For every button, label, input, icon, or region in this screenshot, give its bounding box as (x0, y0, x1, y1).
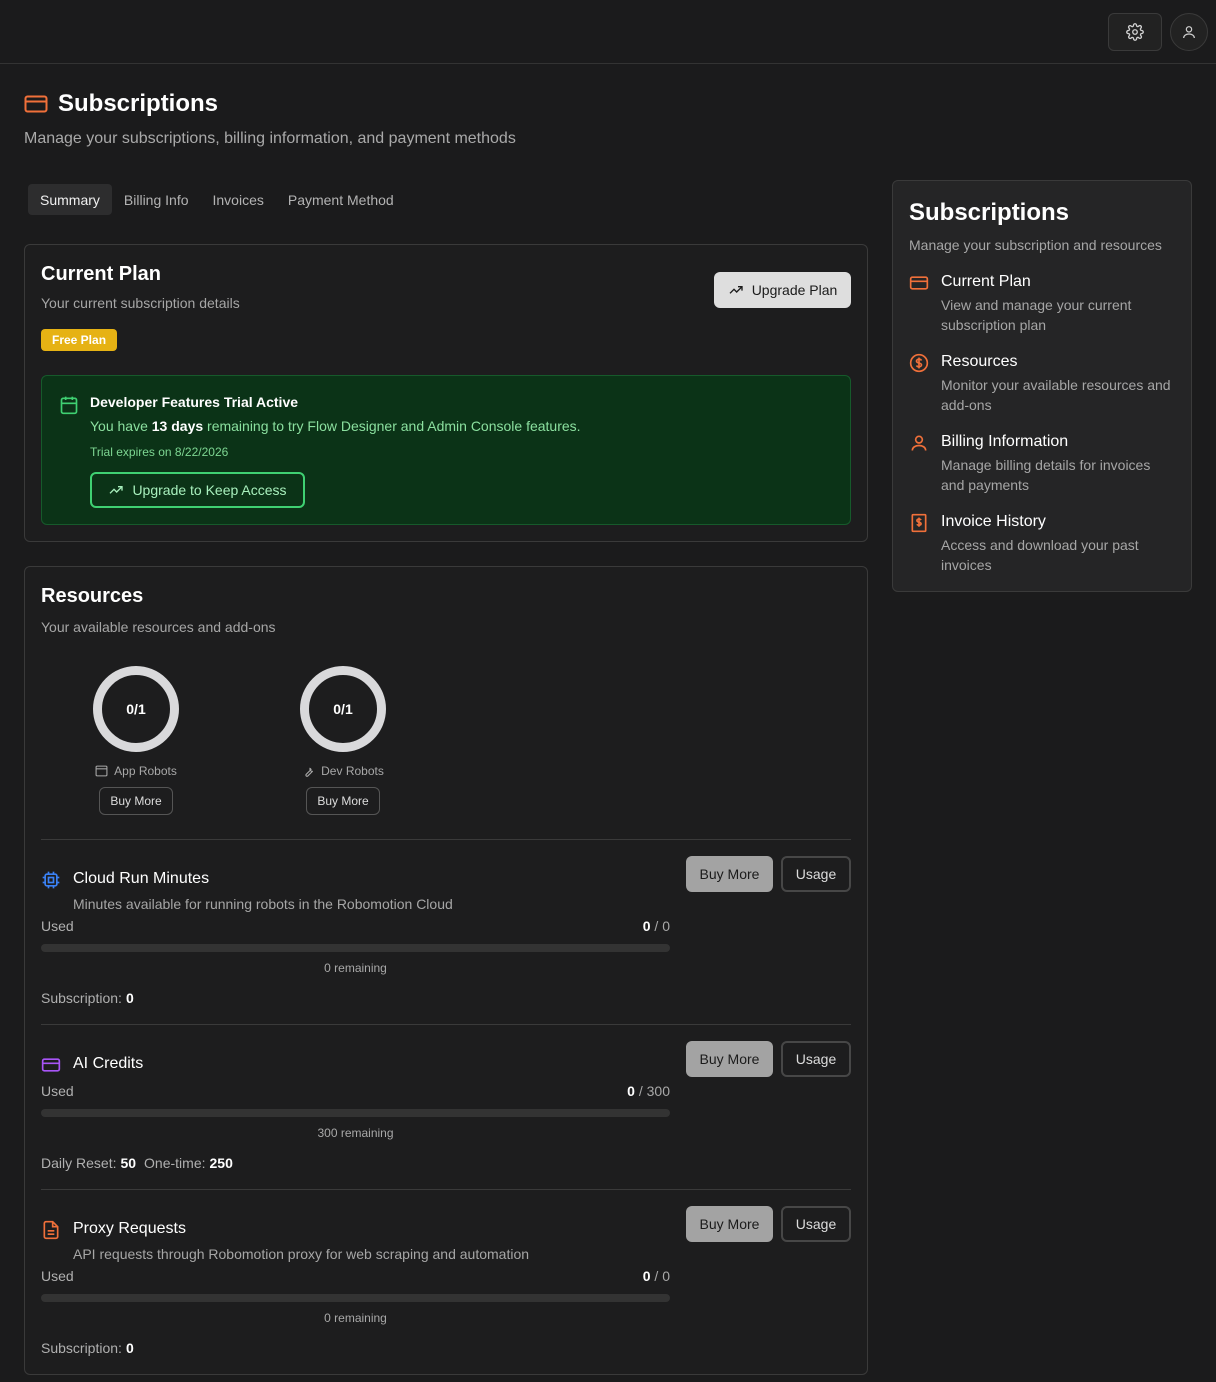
tab-invoices[interactable]: Invoices (201, 184, 276, 215)
sidebar-item-desc: Manage billing details for invoices and … (941, 457, 1151, 493)
sidebar-title: Subscriptions (909, 199, 1070, 226)
calendar-icon (60, 396, 78, 415)
current-plan-card: Current Plan Your current subscription d… (24, 244, 868, 542)
gear-icon (1126, 23, 1144, 41)
sidebar-item-invoice-history[interactable]: Invoice History Access and download your… (909, 513, 1179, 577)
app-robots-resource: 0/1 App Robots Buy More (76, 666, 196, 815)
cloud-run-remaining: 0 remaining (324, 961, 387, 975)
trending-up-icon (729, 286, 743, 294)
sidebar-item-resources[interactable]: Resources Monitor your available resourc… (909, 353, 1179, 417)
trial-expiry: Trial expires on 8/22/2026 (90, 445, 229, 459)
upgrade-keep-access-button[interactable]: Upgrade to Keep Access (90, 472, 305, 508)
credit-card-icon (41, 1058, 61, 1072)
proxy-usage-button[interactable]: Usage (781, 1206, 851, 1242)
sidebar-item-title: Resources (941, 353, 1018, 370)
proxy-requests-title: Proxy Requests (73, 1220, 186, 1237)
user-icon (911, 435, 927, 451)
resources-card: Resources Your available resources and a… (24, 566, 868, 1375)
cloud-run-buy-more-button[interactable]: Buy More (686, 856, 773, 892)
proxy-subscription: Subscription: 0 (41, 1340, 134, 1356)
upgrade-plan-button[interactable]: Upgrade Plan (714, 272, 851, 308)
tab-payment-method[interactable]: Payment Method (276, 184, 406, 215)
divider (41, 1189, 851, 1190)
sidebar-item-title: Current Plan (941, 273, 1031, 290)
sidebar-item-billing-information[interactable]: Billing Information Manage billing detai… (909, 433, 1179, 497)
ai-credits-title: AI Credits (73, 1055, 144, 1072)
dev-robots-resource: 0/1 Dev Robots Buy More (283, 666, 403, 815)
window-icon (95, 765, 108, 777)
used-label: Used (41, 1083, 74, 1099)
ai-credits-breakdown: Daily Reset: 50 One-time: 250 (41, 1155, 233, 1171)
proxy-remaining: 0 remaining (324, 1311, 387, 1325)
dev-robots-buy-more-button[interactable]: Buy More (306, 787, 380, 815)
sidebar-item-title: Invoice History (941, 513, 1046, 530)
document-icon (43, 1220, 59, 1240)
trending-up-icon (109, 486, 124, 494)
ai-credits-buy-more-button[interactable]: Buy More (686, 1041, 773, 1077)
used-label: Used (41, 918, 74, 934)
credit-card-icon (909, 276, 929, 290)
tab-billing-info[interactable]: Billing Info (112, 184, 201, 215)
current-plan-subtitle: Your current subscription details (41, 295, 240, 311)
sidebar-subtitle: Manage your subscription and resources (909, 237, 1162, 253)
subscriptions-sidebar: Subscriptions Manage your subscription a… (892, 180, 1192, 592)
app-robots-label: App Robots (76, 764, 196, 778)
ai-credits-progress-bar (41, 1109, 670, 1117)
cloud-run-used-value: 0 / 0 (642, 918, 670, 934)
credit-card-icon (24, 95, 48, 113)
divider (41, 839, 851, 840)
upgrade-keep-access-label: Upgrade to Keep Access (132, 482, 287, 498)
sidebar-item-desc: Monitor your available resources and add… (941, 377, 1171, 413)
tab-bar: Summary Billing Info Invoices Payment Me… (28, 184, 406, 215)
upgrade-plan-label: Upgrade Plan (751, 282, 838, 298)
page-title-text: Subscriptions (58, 90, 219, 117)
user-icon (1183, 26, 1195, 39)
proxy-requests-desc: API requests through Robomotion proxy fo… (73, 1246, 530, 1262)
trial-text: You have 13 days remaining to try Flow D… (90, 418, 581, 434)
proxy-requests-block: Proxy Requests API requests through Robo… (41, 1206, 851, 1368)
resources-title: Resources (41, 585, 144, 607)
resources-subtitle: Your available resources and add-ons (41, 619, 276, 635)
app-robots-ring: 0/1 (93, 666, 179, 752)
ai-credits-remaining: 300 remaining (317, 1126, 394, 1140)
current-plan-title: Current Plan (41, 263, 162, 285)
plan-badge: Free Plan (41, 329, 118, 351)
trial-days: 13 days (151, 418, 204, 434)
used-label: Used (41, 1268, 74, 1284)
cloud-run-minutes-title: Cloud Run Minutes (73, 870, 210, 887)
divider (41, 1024, 851, 1025)
sidebar-item-current-plan[interactable]: Current Plan View and manage your curren… (909, 273, 1179, 337)
sidebar-item-desc: View and manage your current subscriptio… (941, 297, 1132, 333)
page-subtitle: Manage your subscriptions, billing infor… (24, 130, 516, 147)
dollar-circle-icon (909, 353, 929, 373)
ai-credits-used-value: 0 / 300 (627, 1083, 670, 1099)
app-robots-buy-more-button[interactable]: Buy More (99, 787, 173, 815)
ai-credits-usage-button[interactable]: Usage (781, 1041, 851, 1077)
dev-robots-label: Dev Robots (283, 764, 403, 778)
page-title: Subscriptions (24, 88, 516, 120)
dev-robots-ring: 0/1 (300, 666, 386, 752)
proxy-progress-bar (41, 1294, 670, 1302)
user-menu-button[interactable] (1170, 13, 1208, 51)
cloud-run-progress-bar (41, 944, 670, 952)
cloud-run-subscription: Subscription: 0 (41, 990, 134, 1006)
wrench-icon (305, 767, 314, 777)
trial-banner: Developer Features Trial Active You have… (41, 375, 851, 525)
top-bar (0, 0, 1216, 64)
proxy-buy-more-button[interactable]: Buy More (686, 1206, 773, 1242)
cpu-icon (42, 871, 60, 889)
trial-title: Developer Features Trial Active (90, 394, 299, 410)
cloud-run-minutes-block: Cloud Run Minutes Minutes available for … (41, 856, 851, 1018)
cloud-run-usage-button[interactable]: Usage (781, 856, 851, 892)
ai-credits-block: AI Credits Buy More Usage Used 0 / 300 3… (41, 1041, 851, 1203)
proxy-used-value: 0 / 0 (642, 1268, 670, 1284)
tab-summary[interactable]: Summary (28, 184, 112, 215)
settings-button[interactable] (1108, 13, 1162, 51)
sidebar-item-desc: Access and download your past invoices (941, 537, 1139, 573)
sidebar-item-title: Billing Information (941, 433, 1069, 450)
page-header: Subscriptions Manage your subscriptions,… (24, 88, 516, 148)
receipt-icon (911, 513, 927, 533)
cloud-run-minutes-desc: Minutes available for running robots in … (73, 896, 453, 912)
